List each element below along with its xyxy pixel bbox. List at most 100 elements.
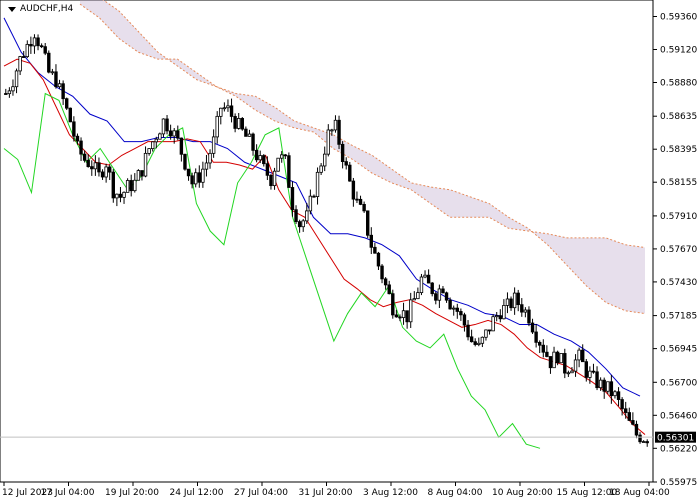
y-tick-label: 0.58395 [660, 145, 697, 155]
y-tick-label: 0.56460 [660, 411, 697, 421]
candle-body [330, 129, 334, 132]
candle-body [477, 342, 481, 345]
candle-body [211, 136, 216, 154]
candle-body [340, 143, 345, 163]
candle-body [616, 391, 621, 400]
candle-body [122, 191, 126, 198]
candle-body [452, 307, 456, 310]
candle-body [613, 391, 617, 397]
candle-body [111, 171, 115, 199]
candle-body [201, 168, 205, 183]
candle-body [57, 83, 62, 88]
candle-body [383, 278, 388, 286]
x-tick-label: 3 Aug 12:00 [363, 488, 418, 498]
candle-body [387, 284, 391, 295]
candle-body [197, 172, 201, 183]
candle-body [287, 155, 291, 188]
x-tick-label: 31 Jul 20:00 [299, 488, 353, 498]
candle-body [624, 408, 628, 413]
candle-body [4, 93, 8, 95]
candle-body [548, 356, 553, 369]
candle-body [394, 314, 399, 318]
y-tick-label: 0.56700 [660, 378, 697, 388]
candle-body [47, 52, 51, 73]
candle-body [208, 152, 212, 164]
candle-body [75, 135, 80, 142]
candle-body [115, 193, 119, 199]
candle-body [104, 166, 108, 178]
candle-body [502, 305, 506, 320]
candle-body [233, 116, 237, 129]
candle-body [147, 148, 151, 154]
candle-body [65, 98, 69, 109]
candle-body [326, 129, 330, 155]
candle-body [276, 157, 280, 172]
candle-body [405, 310, 409, 323]
candle-body [68, 107, 72, 123]
candle-body [369, 234, 373, 248]
price-chart[interactable]: 0.59360 0.59120 0.58880 0.58635 0.58395 0.581… [0, 0, 700, 500]
candle-body [541, 344, 545, 353]
candle-body [459, 311, 463, 316]
candle-body [305, 210, 309, 222]
candle-body [97, 162, 101, 173]
candle-body [530, 322, 535, 333]
candle-body [362, 203, 366, 212]
candle-body [240, 118, 244, 130]
candle-body [251, 133, 255, 151]
y-tick-label: 0.58155 [660, 178, 697, 188]
candle-body [39, 45, 44, 48]
candle-body [265, 163, 270, 176]
candle-body [487, 329, 492, 332]
candle-body [391, 293, 395, 316]
candle-body [534, 331, 538, 343]
current-price-tag: 0.56301 [655, 431, 696, 444]
candle-body [29, 43, 33, 47]
candle-body [634, 423, 639, 436]
candle-body [606, 381, 610, 392]
candle-body [645, 441, 649, 444]
candle-body [584, 361, 588, 378]
candle-body [469, 336, 474, 343]
candle-body [172, 130, 176, 137]
candle-body [61, 83, 65, 100]
candle-body [262, 155, 266, 165]
candle-body [631, 420, 635, 425]
candle-body [22, 56, 26, 58]
candle-body [11, 86, 15, 92]
candle-body [595, 371, 599, 389]
candle-body [36, 37, 40, 47]
candle-body [283, 154, 287, 157]
candle-body [54, 71, 58, 88]
candle-body [72, 121, 76, 137]
candle-body [495, 315, 499, 318]
candle-body [566, 372, 571, 375]
candle-body [247, 133, 252, 137]
candle-body [462, 314, 467, 326]
candle-body [100, 171, 105, 178]
y-tick-label: 0.56945 [660, 345, 697, 355]
candle-body [641, 441, 646, 443]
candle-body [294, 209, 298, 223]
candle-body [398, 316, 402, 319]
candle-body [297, 221, 302, 228]
candle-body [154, 138, 158, 143]
candle-body [581, 349, 585, 363]
candle-body [444, 292, 449, 301]
candle-body [555, 351, 560, 364]
symbol-selector[interactable]: AUDCHF,H4 [8, 4, 73, 14]
y-tick-label: 0.57910 [660, 212, 697, 222]
chevron-down-icon[interactable] [8, 6, 16, 12]
candle-body [179, 137, 184, 155]
candle-body [14, 70, 19, 88]
candle-body [129, 180, 133, 192]
y-tick-label: 0.56220 [660, 444, 697, 454]
candle-body [25, 43, 29, 58]
y-tick-label: 0.59360 [660, 13, 697, 23]
candle-body [118, 193, 123, 198]
candle-body [258, 155, 262, 161]
candle-body [222, 107, 227, 110]
candle-body [466, 324, 470, 338]
candle-body [183, 153, 187, 170]
candle-body [373, 246, 377, 254]
